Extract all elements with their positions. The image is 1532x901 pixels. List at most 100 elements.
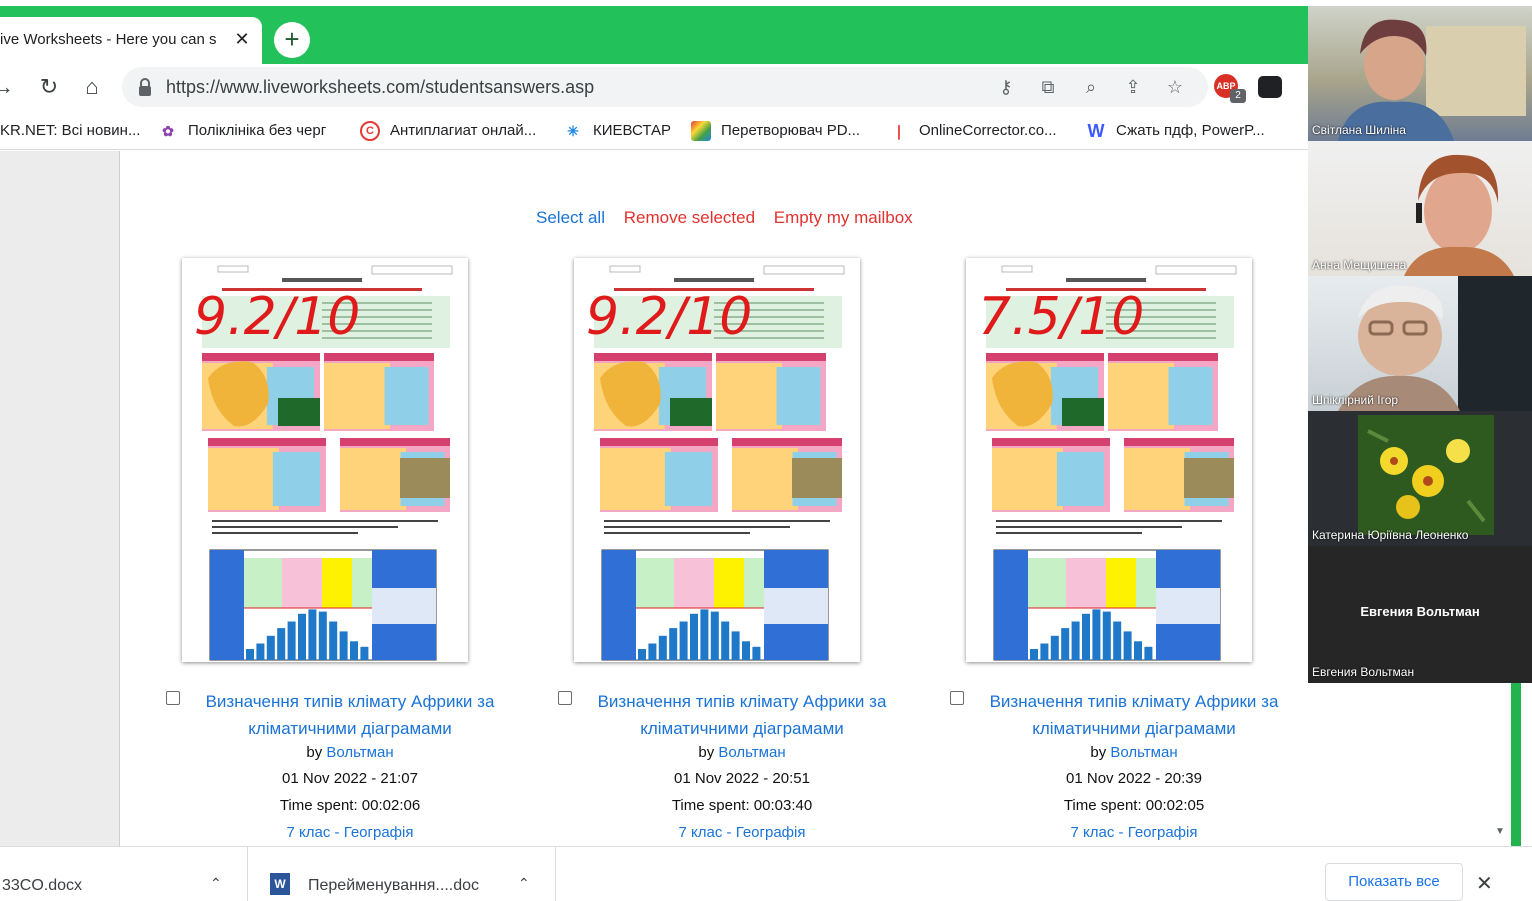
title-line-1: Визначення типів клімату Африки за <box>597 692 887 711</box>
precipitation-bar <box>752 646 761 660</box>
bookmark-antiplagiat[interactable]: C Антиплагиат онлай... <box>360 120 536 142</box>
worksheet-thumbnail[interactable]: 9.2/10 <box>182 258 468 662</box>
map-land <box>340 448 406 510</box>
author-link[interactable]: Вольтман <box>326 744 393 761</box>
bookmark-star-icon[interactable]: ☆ <box>1161 73 1189 101</box>
worksheet-thumbnail[interactable]: 9.2/10 <box>574 258 860 662</box>
participant-name: Світлана Шиліна <box>1312 123 1406 137</box>
close-download-bar-icon[interactable]: ✕ <box>1476 871 1493 896</box>
browser-tab[interactable]: ive Worksheets - Here you can s ✕ <box>0 17 262 64</box>
share-icon[interactable]: ⇪ <box>1119 73 1147 101</box>
diagram-legend <box>602 550 636 660</box>
grade-link[interactable]: 7 клас <box>1071 824 1115 841</box>
precipitation-bar <box>1082 613 1090 660</box>
participant-video <box>1338 19 1526 141</box>
map-cell-header <box>986 353 1104 361</box>
download-item[interactable]: 33CO.docx ⌃ <box>0 847 248 901</box>
bookmark-polyclinic[interactable]: ✿ Поліклініка без черг <box>158 120 326 142</box>
scroll-down-arrow-icon[interactable]: ▼ <box>1495 826 1505 837</box>
time-spent: Time spent: 00:02:06 <box>279 797 421 814</box>
mailbox-actions: Select all Remove selected Empty my mail… <box>536 208 913 228</box>
precipitation-bar <box>648 643 657 660</box>
subject-link[interactable]: Географія <box>1128 824 1198 841</box>
lock-icon <box>139 78 151 96</box>
subject-link[interactable]: Географія <box>344 824 414 841</box>
forward-icon[interactable]: → <box>0 72 18 102</box>
precipitation-bar <box>679 621 688 660</box>
participant-tile[interactable]: Евгения Вольтман Евгения Вольтман <box>1308 546 1532 683</box>
new-tab-button[interactable]: + <box>274 22 310 58</box>
precipitation-bar <box>742 641 750 660</box>
precipitation-bar <box>1040 643 1049 660</box>
extension-icon[interactable] <box>1258 76 1282 98</box>
precipitation-bar <box>277 628 286 660</box>
participant-avatar-image <box>1358 415 1494 535</box>
bookmark-compress-pdf[interactable]: W Сжать пдф, PowerP... <box>1086 120 1265 142</box>
precipitation-bar <box>1071 621 1080 660</box>
worksheet-title-link[interactable]: Визначення типів клімату Африки за кліма… <box>190 688 510 742</box>
author-link[interactable]: Вольтман <box>718 744 785 761</box>
temperature-band <box>1106 558 1136 608</box>
tab-close-icon[interactable]: ✕ <box>232 29 252 49</box>
chevron-up-icon[interactable]: ⌃ <box>210 875 222 892</box>
participant-name: Евгения Вольтман <box>1312 665 1415 679</box>
grade-link[interactable]: 7 клас <box>679 824 723 841</box>
map-water <box>664 452 713 506</box>
home-icon[interactable]: ⌂ <box>77 72 107 102</box>
map-land <box>1108 363 1174 429</box>
bookmarks-bar: KR.NET: Всі новин... ✿ Поліклініка без че… <box>0 110 1308 150</box>
savanna-photo <box>400 458 450 498</box>
translate-icon[interactable]: ⧉ <box>1034 73 1062 101</box>
participant-tile[interactable]: Анна Мещишена <box>1308 141 1532 276</box>
precipitation-bar <box>266 635 275 660</box>
precipitation-bar <box>329 621 338 660</box>
author-line: by Вольтман <box>974 744 1294 761</box>
show-all-downloads-button[interactable]: Показать все <box>1325 863 1463 901</box>
url-text[interactable]: https://www.liveworksheets.com/studentsa… <box>166 77 594 98</box>
empty-mailbox-link[interactable]: Empty my mailbox <box>774 208 913 227</box>
download-item[interactable]: W Перейменування....doc ⌃ <box>248 847 556 901</box>
map-cell-header <box>1108 353 1218 361</box>
worksheet-title-link[interactable]: Визначення типів клімату Африки за кліма… <box>974 688 1294 742</box>
remove-selected-link[interactable]: Remove selected <box>624 208 755 227</box>
precipitation-bar <box>638 649 646 660</box>
worksheet-title-link[interactable]: Визначення типів клімату Африки за кліма… <box>582 688 902 742</box>
time-spent: Time spent: 00:02:05 <box>1063 797 1205 814</box>
zoom-icon[interactable]: ⌕ <box>1077 73 1105 101</box>
header-field <box>609 265 641 273</box>
participant-tile[interactable]: Шпіклірний Ігор <box>1308 276 1532 411</box>
participant-name: Анна Мещишена <box>1312 258 1407 272</box>
select-checkbox[interactable] <box>950 691 964 705</box>
reload-icon[interactable]: ↻ <box>34 72 64 102</box>
key-icon[interactable]: ⚷ <box>992 73 1020 101</box>
precipitation-bar <box>731 631 740 660</box>
participant-tile[interactable]: Катерина Юріївна Леоненко <box>1308 411 1532 546</box>
map-water <box>384 367 429 425</box>
precipitation-bar <box>1144 646 1153 660</box>
panel-scroll-strip <box>1511 683 1521 846</box>
bookmark-kyivstar[interactable]: ✳ КИЕВСТАР <box>563 120 671 142</box>
chevron-up-icon[interactable]: ⌃ <box>518 875 530 892</box>
bookmark-onlinecorrector[interactable]: ❘ OnlineCorrector.co... <box>889 120 1056 142</box>
bookmark-label: Антиплагиат онлай... <box>390 122 537 139</box>
subject-link[interactable]: Географія <box>736 824 806 841</box>
author-link[interactable]: Вольтман <box>1110 744 1177 761</box>
adblock-count-badge: 2 <box>1230 89 1246 103</box>
precipitation-bar <box>318 611 327 660</box>
by-label: by <box>698 744 715 761</box>
address-bar[interactable]: https://www.liveworksheets.com/studentsa… <box>122 67 1208 107</box>
select-checkbox[interactable] <box>558 691 572 705</box>
temperature-band <box>322 558 352 608</box>
precipitation-bar <box>1102 611 1111 660</box>
select-all-link[interactable]: Select all <box>536 208 605 227</box>
temperature-band <box>714 558 744 608</box>
participant-tile[interactable]: Світлана Шиліна <box>1308 6 1532 141</box>
worksheet-thumbnail[interactable]: 7.5/10 <box>966 258 1252 662</box>
bookmark-ukr-net[interactable]: KR.NET: Всі новин... <box>0 120 140 142</box>
bookmark-pdf-converter[interactable]: Перетворювач PD... <box>691 120 860 142</box>
select-checkbox[interactable] <box>166 691 180 705</box>
question-text-line <box>604 520 830 522</box>
grade-link[interactable]: 7 клас <box>287 824 331 841</box>
precipitation-bar <box>1030 649 1038 660</box>
precipitation-bar <box>721 621 730 660</box>
